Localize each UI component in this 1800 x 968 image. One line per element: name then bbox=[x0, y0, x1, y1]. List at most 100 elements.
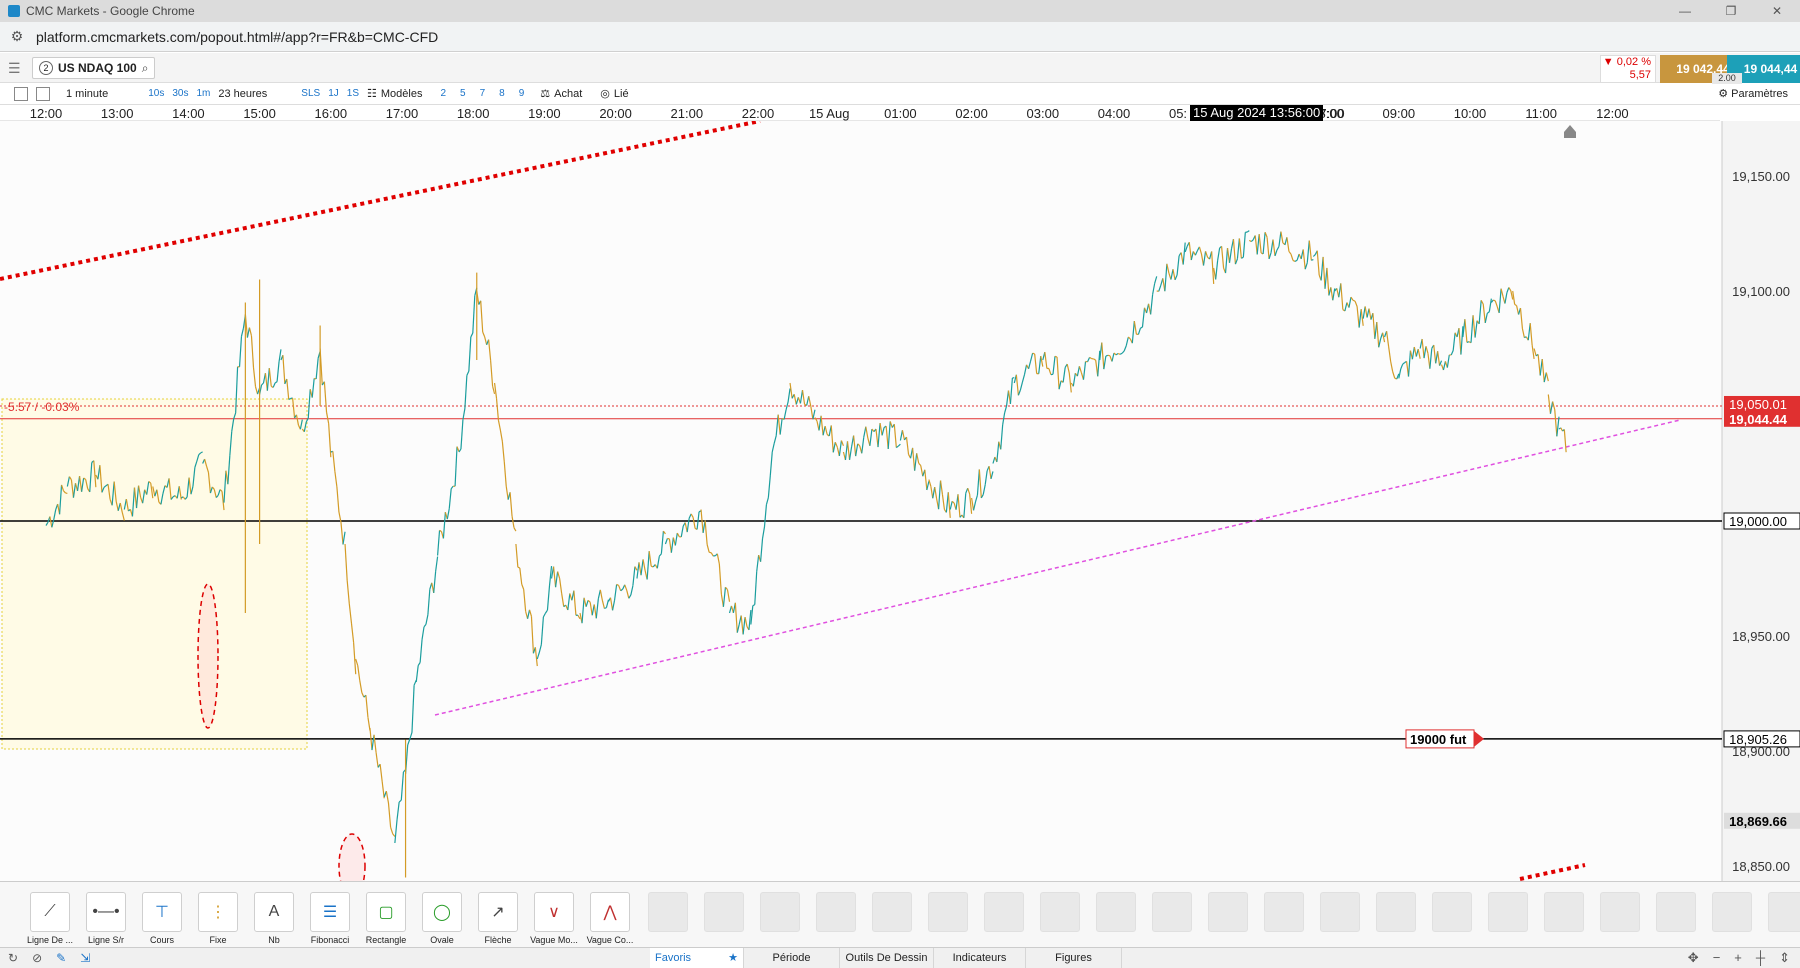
empty-tool-slot[interactable] bbox=[1768, 892, 1800, 932]
empty-tool-slot[interactable] bbox=[1544, 892, 1584, 932]
site-settings-icon[interactable]: ⚙ bbox=[8, 28, 26, 46]
tab-figures-label: Figures bbox=[1055, 952, 1092, 964]
zoom-in-icon[interactable]: + bbox=[1734, 950, 1742, 966]
settings-button[interactable]: ⚙ Paramètres bbox=[1718, 87, 1788, 100]
empty-tool-slot[interactable] bbox=[1264, 892, 1304, 932]
tab-outils-de-dessin[interactable]: Outils De Dessin bbox=[840, 948, 934, 968]
crosshair-icon[interactable]: ┼ bbox=[1756, 950, 1765, 966]
empty-tool-slot[interactable] bbox=[984, 892, 1024, 932]
time-tick: 19:00 bbox=[528, 106, 561, 121]
annotation-text: 19000 fut bbox=[1410, 732, 1467, 747]
empty-tool-slot[interactable] bbox=[648, 892, 688, 932]
search-icon[interactable]: ⌕ bbox=[142, 61, 149, 76]
preset-9[interactable]: 9 bbox=[519, 88, 525, 99]
zoom-out-icon[interactable]: − bbox=[1713, 950, 1721, 966]
price-segment bbox=[1493, 299, 1496, 302]
draw-tool-label: Ligne De ... bbox=[26, 935, 74, 945]
hamburger-menu-icon[interactable]: ☰ bbox=[8, 60, 21, 77]
templates-button[interactable]: Modèles bbox=[381, 88, 423, 100]
spread-value: 2.00 bbox=[1712, 73, 1742, 84]
empty-tool-slot[interactable] bbox=[1320, 892, 1360, 932]
close-icon[interactable]: ✕ bbox=[1754, 0, 1800, 22]
tab-periode[interactable]: Période bbox=[744, 948, 840, 968]
expand-icon[interactable]: ⇕ bbox=[1779, 950, 1790, 966]
time-tick: 04:00 bbox=[1097, 106, 1131, 121]
empty-tool-slot[interactable] bbox=[1488, 892, 1528, 932]
draw-tool-price[interactable]: ⊤ Cours bbox=[134, 892, 190, 945]
empty-tool-slot[interactable] bbox=[704, 892, 744, 932]
buy-scale-icon[interactable]: ⚖ bbox=[540, 87, 550, 100]
preset-8[interactable]: 8 bbox=[499, 88, 505, 99]
draw-tool-text[interactable]: A Nb bbox=[246, 892, 302, 945]
tab-figures[interactable]: Figures bbox=[1026, 948, 1122, 968]
draw-tool-support-line[interactable]: •—• Ligne S/r bbox=[78, 892, 134, 945]
buy-toggle[interactable]: Achat bbox=[554, 88, 582, 100]
price-chart[interactable]: -5.57 / -0.03% 19000 fut 19,150.00 19,100.0… bbox=[0, 121, 1800, 881]
empty-tool-slot[interactable] bbox=[1040, 892, 1080, 932]
empty-tool-slot[interactable] bbox=[1208, 892, 1248, 932]
draw-tool-arrow[interactable]: ↗ Flèche bbox=[470, 892, 526, 945]
y-tick-label: 18,850.00 bbox=[1732, 859, 1790, 874]
bottom-tab-bar: ↻ ⊘ ✎ ⇲ Favoris ★ Période Outils De Dess… bbox=[0, 947, 1800, 968]
y-tick-label: 19,150.00 bbox=[1732, 169, 1790, 184]
price-segment bbox=[65, 492, 68, 495]
empty-tool-slot[interactable] bbox=[1376, 892, 1416, 932]
pencil-icon[interactable]: ✎ bbox=[56, 951, 66, 965]
oval-marker[interactable] bbox=[197, 583, 219, 729]
minimize-icon[interactable]: — bbox=[1662, 0, 1708, 22]
preset-7[interactable]: 7 bbox=[480, 88, 486, 99]
link-icon[interactable]: ◎ bbox=[600, 87, 610, 100]
templates-icon[interactable]: ☷ bbox=[367, 87, 377, 100]
disable-icon[interactable]: ⊘ bbox=[32, 951, 42, 965]
price-level-label: 19,044.44 bbox=[1729, 412, 1788, 427]
list-icon[interactable] bbox=[14, 86, 28, 101]
empty-tool-slot[interactable] bbox=[928, 892, 968, 932]
empty-tool-slot[interactable] bbox=[1600, 892, 1640, 932]
tab-favoris-label: Favoris bbox=[655, 952, 692, 964]
draw-tool-label: Rectangle bbox=[365, 935, 407, 945]
tab-favoris[interactable]: Favoris ★ bbox=[650, 948, 744, 968]
tab-indicateurs[interactable]: Indicateurs bbox=[934, 948, 1026, 968]
range-box[interactable] bbox=[1, 398, 308, 750]
layout-grid-icon[interactable] bbox=[36, 86, 50, 101]
preset-5[interactable]: 5 bbox=[460, 88, 466, 99]
change-percent: ▼ 0,02 % bbox=[1602, 56, 1651, 68]
address-bar: ⚙ platform.cmcmarkets.com/popout.html#/a… bbox=[0, 22, 1800, 52]
fixed-icon: ⋮ bbox=[198, 892, 238, 932]
empty-tool-slot[interactable] bbox=[1152, 892, 1192, 932]
restore-icon[interactable]: ❐ bbox=[1708, 0, 1754, 22]
support-line-icon: •—• bbox=[86, 892, 126, 932]
instrument-selector[interactable]: 2 US NDAQ 100 ⌕ bbox=[32, 57, 156, 79]
linked-toggle[interactable]: Lié bbox=[614, 88, 629, 100]
empty-tool-slot[interactable] bbox=[1096, 892, 1136, 932]
range-sls[interactable]: SLS bbox=[301, 88, 320, 99]
draw-tool-oval[interactable]: ◯ Ovale bbox=[414, 892, 470, 945]
interval-select[interactable]: 1 minute bbox=[66, 88, 108, 100]
draw-tool-fixed[interactable]: ⋮ Fixe bbox=[190, 892, 246, 945]
refresh-icon[interactable]: ↻ bbox=[8, 951, 18, 965]
preset-2[interactable]: 2 bbox=[440, 88, 446, 99]
empty-tool-slot[interactable] bbox=[816, 892, 856, 932]
draw-tool-line[interactable]: ⟋ Ligne De ... bbox=[22, 892, 78, 945]
time-tick: 15 Aug bbox=[808, 106, 850, 121]
empty-tool-slot[interactable] bbox=[1656, 892, 1696, 932]
empty-tool-slot[interactable] bbox=[872, 892, 912, 932]
url-text[interactable]: platform.cmcmarkets.com/popout.html#/app… bbox=[36, 29, 438, 45]
empty-tool-slot[interactable] bbox=[1432, 892, 1472, 932]
interval-30s[interactable]: 30s bbox=[172, 88, 188, 99]
draw-tool-rectangle[interactable]: ▢ Rectangle bbox=[358, 892, 414, 945]
draw-tool-wave[interactable]: ∨ Vague Mo... bbox=[526, 892, 582, 945]
time-tick: 01:00 bbox=[884, 106, 917, 121]
range-select[interactable]: 23 heures bbox=[218, 88, 267, 100]
price-segment bbox=[1117, 352, 1121, 355]
cursor-icon[interactable]: ⇲ bbox=[80, 951, 90, 965]
draw-tool-fibonacci[interactable]: ☰ Fibonacci bbox=[302, 892, 358, 945]
interval-1m[interactable]: 1m bbox=[196, 88, 210, 99]
interval-10s[interactable]: 10s bbox=[148, 88, 164, 99]
range-1s[interactable]: 1S bbox=[347, 88, 359, 99]
empty-tool-slot[interactable] bbox=[760, 892, 800, 932]
empty-tool-slot[interactable] bbox=[1712, 892, 1752, 932]
draw-tool-corrective-wave[interactable]: ⋀ Vague Co... bbox=[582, 892, 638, 945]
range-1j[interactable]: 1J bbox=[328, 88, 339, 99]
crosshair-move-icon[interactable]: ✥ bbox=[1688, 950, 1699, 966]
